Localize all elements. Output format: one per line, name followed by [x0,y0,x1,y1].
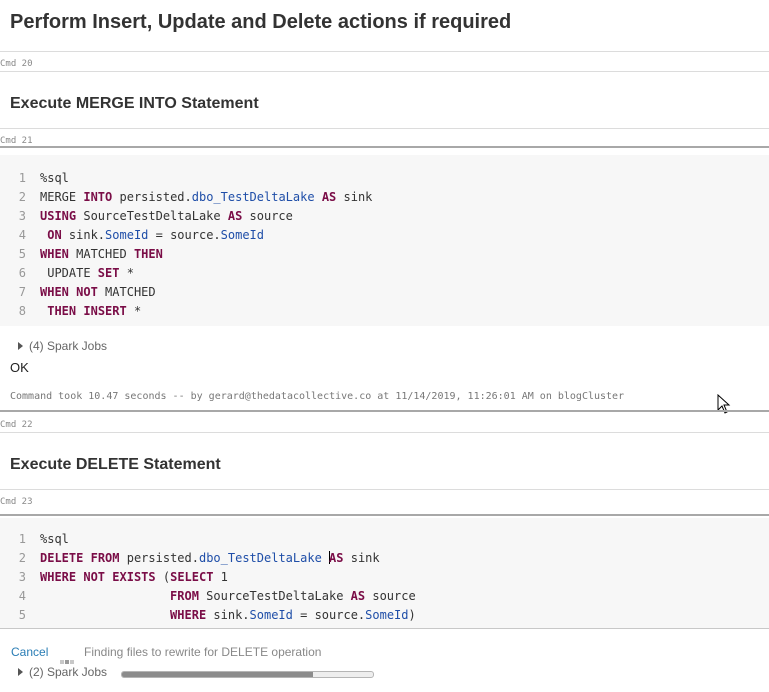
line-number: 2 [18,551,26,565]
divider [0,432,769,433]
code-line: %sql [40,532,69,546]
line-number: 5 [18,608,26,622]
cell-bottom-border [0,410,769,412]
cmd-label-21: Cmd 21 [0,136,33,146]
delete-code-editor[interactable]: 1 2 3 4 5 %sql DELETE FROM persisted.dbo… [0,518,769,628]
code-line: USING SourceTestDeltaLake AS source [40,209,293,223]
expand-triangle-icon [18,342,23,350]
line-number: 1 [18,532,26,546]
code-line: THEN INSERT * [47,304,142,318]
code-line: WHERE NOT EXISTS (SELECT 1 [40,570,228,584]
cell-result: OK [10,360,29,375]
code-line: DELETE FROM persisted.dbo_TestDeltaLake … [40,551,380,565]
code-line: FROM SourceTestDeltaLake AS source [170,589,416,603]
code-line: %sql [40,171,69,185]
cell-top-border [0,514,769,516]
line-number: 4 [18,589,26,603]
spark-jobs-label: (2) Spark Jobs [29,665,108,679]
divider [0,628,769,629]
code-line: ON sink.SomeId = source.SomeId [47,228,265,242]
merge-code-editor[interactable]: 1 2 3 4 5 6 7 8 %sql MERGE INTO persiste… [0,155,769,326]
spark-jobs-toggle[interactable]: (4) Spark Jobs [18,339,107,353]
job-progress-fill [122,672,313,677]
code-line: WHEN NOT MATCHED [40,285,156,299]
cmd-label-22: Cmd 22 [0,420,33,430]
divider [0,489,769,490]
line-number: 3 [18,209,26,223]
code-line: WHERE sink.SomeId = source.SomeId) [170,608,416,622]
line-number: 6 [18,266,26,280]
cell-top-border [0,146,769,148]
delete-heading: Execute DELETE Statement [10,456,221,473]
line-number: 5 [18,247,26,261]
merge-heading: Execute MERGE INTO Statement [10,95,259,112]
code-line: WHEN MATCHED THEN [40,247,163,261]
line-number: 8 [18,304,26,318]
cancel-link[interactable]: Cancel [11,645,48,659]
cmd-label-23: Cmd 23 [0,497,33,507]
line-number: 2 [18,190,26,204]
section-title: Perform Insert, Update and Delete action… [10,11,512,33]
running-status-text: Finding files to rewrite for DELETE oper… [84,645,322,659]
job-progress-bar [121,671,374,678]
divider [0,71,769,72]
cmd-label-20: Cmd 20 [0,59,33,69]
divider [0,51,769,52]
line-number: 4 [18,228,26,242]
line-number: 7 [18,285,26,299]
command-took-text: Command took 10.47 seconds -- by gerard@… [10,391,625,402]
code-line: UPDATE SET * [40,266,134,280]
code-line: MERGE INTO persisted.dbo_TestDeltaLake A… [40,190,373,204]
expand-triangle-icon [18,668,23,676]
spark-jobs-toggle[interactable]: (2) Spark Jobs [18,665,107,679]
line-number: 1 [18,171,26,185]
line-number: 3 [18,570,26,584]
spark-jobs-label: (4) Spark Jobs [29,339,108,353]
divider [0,128,769,129]
